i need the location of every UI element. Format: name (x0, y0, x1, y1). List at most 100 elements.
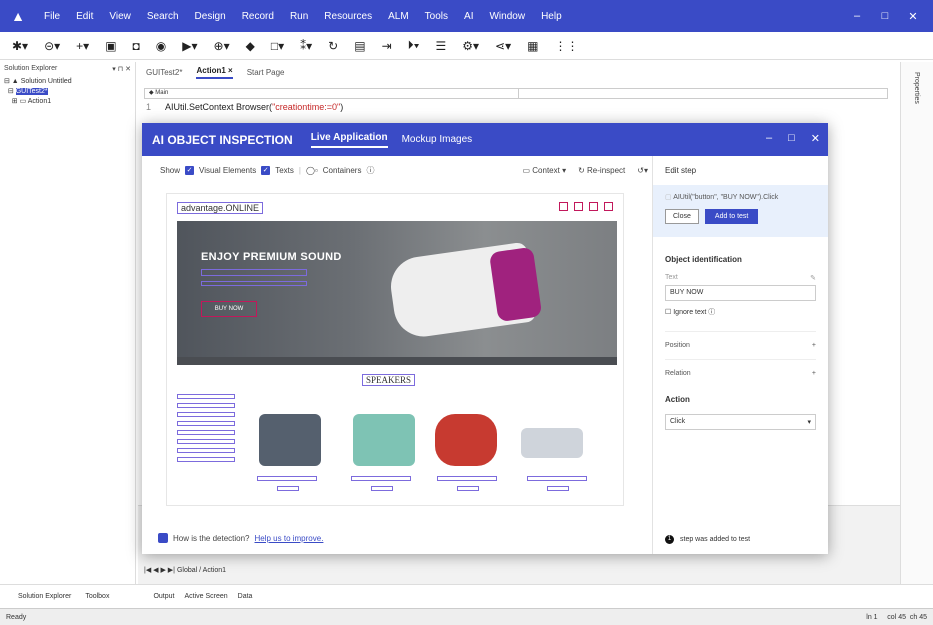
debug-icon[interactable]: ⊕▾ (214, 39, 230, 53)
site-logo[interactable]: advantage.ONLINE (177, 202, 264, 214)
expand-position-icon[interactable]: + (812, 342, 816, 349)
tab-action1[interactable]: Action1 × (196, 66, 233, 79)
user-icon[interactable] (559, 202, 568, 211)
tree-item-guitest[interactable]: ⊟ GUITest2* (0, 86, 135, 96)
search-icon[interactable] (604, 202, 613, 211)
report-icon[interactable]: ▦ (527, 39, 538, 53)
product-speaker-4[interactable] (521, 428, 583, 458)
text-field[interactable]: BUY NOW (665, 285, 816, 301)
cart-icon[interactable] (574, 202, 583, 211)
object-spy-icon[interactable]: ◆ (246, 39, 255, 53)
product-label-1[interactable] (257, 476, 317, 481)
db-icon[interactable]: ▤ (354, 39, 365, 53)
tab-start-page[interactable]: Start Page (247, 68, 285, 77)
share-icon[interactable]: ⋖▾ (495, 39, 511, 53)
menu-tools[interactable]: Tools (417, 11, 456, 22)
add-icon[interactable]: +▾ (76, 39, 89, 53)
product-speaker-1[interactable] (259, 414, 321, 466)
tab-data[interactable]: Data (238, 593, 253, 600)
window-icon[interactable]: □▾ (271, 39, 284, 53)
menu-design[interactable]: Design (187, 11, 234, 22)
hero-subtitle-2[interactable] (201, 281, 307, 286)
sync-icon[interactable]: ↻ (328, 39, 338, 53)
action-select[interactable]: Click ▾ (665, 414, 816, 430)
ai-minimize-icon[interactable]: – (766, 132, 772, 145)
texts-checkbox[interactable]: ✓ (261, 165, 271, 175)
menu-file[interactable]: File (36, 11, 68, 22)
sheet-action1[interactable]: Action1 (203, 567, 226, 574)
menu-help[interactable]: Help (533, 11, 570, 22)
settings-icon[interactable]: ⚙▾ (462, 39, 479, 53)
containers-toggle-icon[interactable]: ◯▫ (306, 166, 318, 175)
record-dot-icon[interactable]: ◉ (156, 39, 166, 53)
tab-guitest2[interactable]: GUITest2* (146, 68, 182, 77)
hero-subtitle[interactable] (201, 269, 307, 276)
step-icon[interactable]: ⇥ (382, 39, 392, 53)
tab-output[interactable]: Output (153, 593, 174, 600)
help-icon[interactable] (589, 202, 598, 211)
asterisk-icon[interactable]: ✱▾ (12, 39, 28, 53)
product-label-2[interactable] (351, 476, 411, 481)
menu-view[interactable]: View (101, 11, 139, 22)
grid-icon[interactable]: ⋮⋮ (554, 39, 578, 53)
sheet-nav-icon[interactable]: |◀ ◀ ▶ ▶| (144, 567, 175, 574)
history-icon[interactable]: ↺▾ (637, 166, 648, 175)
ai-close-icon[interactable]: ✕ (811, 132, 820, 145)
sheet-global[interactable]: Global (177, 567, 197, 574)
product-price-2[interactable] (371, 486, 393, 491)
tab-solution-explorer[interactable]: Solution Explorer (18, 593, 71, 600)
member-selector[interactable] (518, 88, 888, 99)
save-icon[interactable]: ▣ (105, 39, 116, 53)
checkpoint-icon[interactable]: ⁑▾ (300, 39, 312, 53)
product-label-3[interactable] (437, 476, 497, 481)
tree-item-action1[interactable]: ⊞ ▭ Action1 (0, 96, 135, 106)
product-price-4[interactable] (547, 486, 569, 491)
product-speaker-2[interactable] (353, 414, 415, 466)
edit-pencil-icon[interactable]: ✎ (810, 274, 816, 282)
menu-edit[interactable]: Edit (68, 11, 101, 22)
context-dropdown[interactable]: ▭ Context ▾ (522, 166, 566, 175)
ai-maximize-icon[interactable]: □ (788, 132, 795, 145)
product-label-4[interactable] (527, 476, 587, 481)
scope-selector[interactable]: ◆ Main (144, 88, 519, 99)
menu-search[interactable]: Search (139, 11, 187, 22)
product-price-3[interactable] (457, 486, 479, 491)
pane-controls[interactable]: ▾ ⊓ ✕ (112, 65, 131, 73)
reinspect-button[interactable]: ↻ Re-inspect (578, 166, 625, 175)
close-button[interactable]: Close (665, 209, 699, 224)
menu-resources[interactable]: Resources (316, 11, 380, 22)
menu-alm[interactable]: ALM (380, 11, 417, 22)
close-icon[interactable]: ✕ (899, 10, 927, 23)
list-icon[interactable]: ☰ (435, 39, 446, 53)
tab-toolbox[interactable]: Toolbox (85, 593, 109, 600)
menu-run[interactable]: Run (282, 11, 316, 22)
expand-relation-icon[interactable]: + (812, 370, 816, 377)
feedback-link[interactable]: Help us to improve. (255, 534, 324, 543)
open-icon[interactable]: ⊝▾ (44, 39, 60, 53)
breakpoint-icon[interactable]: ⏵▾ (408, 38, 420, 53)
record-icon[interactable]: ◘ (133, 39, 140, 53)
hero-title[interactable]: ENJOY PREMIUM SOUND (201, 251, 342, 263)
add-to-test-button[interactable]: Add to test (704, 209, 759, 224)
menu-window[interactable]: Window (481, 11, 533, 22)
menu-record[interactable]: Record (234, 11, 282, 22)
tab-mockup-images[interactable]: Mockup Images (402, 134, 473, 145)
tree-item-solution[interactable]: ⊟ ▲ Solution Untitled (0, 76, 135, 86)
code-line-1[interactable]: 1 AIUtil.SetContext Browser("creationtime… (146, 102, 343, 112)
properties-label[interactable]: Properties (913, 72, 920, 104)
menu-ai[interactable]: AI (456, 11, 481, 22)
maximize-icon[interactable]: □ (871, 10, 899, 22)
visual-elements-checkbox[interactable]: ✓ (185, 165, 195, 175)
run-icon[interactable]: ▶▾ (182, 39, 197, 53)
position-row[interactable]: Position + (665, 331, 816, 359)
show-label: Show (160, 165, 181, 175)
product-price-1[interactable] (277, 486, 299, 491)
minimize-icon[interactable]: – (843, 10, 871, 22)
speakers-heading[interactable]: SPEAKERS (362, 374, 416, 386)
buy-now-button[interactable]: BUY NOW (201, 301, 257, 317)
relation-row[interactable]: Relation + (665, 359, 816, 387)
tab-live-application[interactable]: Live Application (310, 132, 388, 148)
product-speaker-3[interactable] (435, 414, 497, 466)
tab-active-screen[interactable]: Active Screen (184, 593, 227, 600)
ignore-text-row[interactable]: ☐ Ignore text ⓘ (665, 307, 816, 317)
